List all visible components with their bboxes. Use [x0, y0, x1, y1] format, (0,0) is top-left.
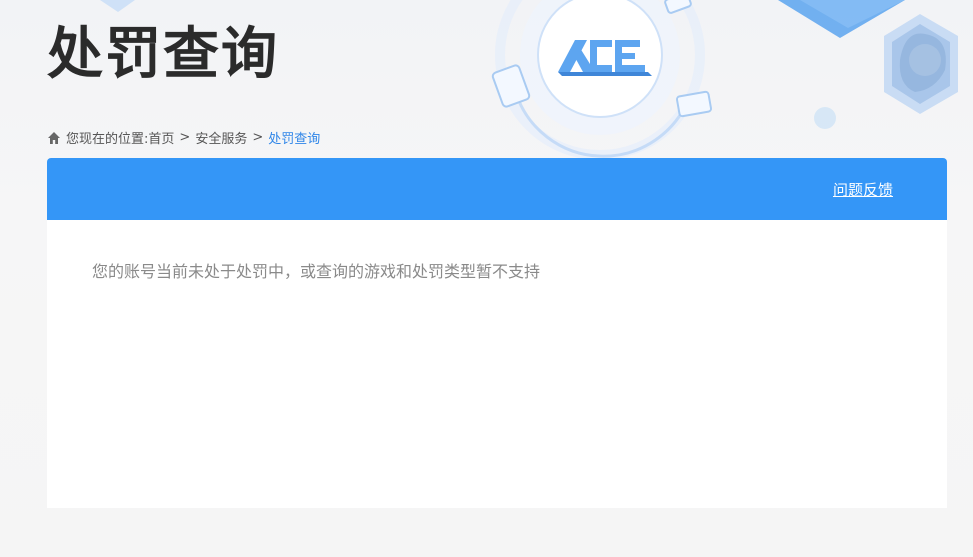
feedback-link[interactable]: 问题反馈	[833, 179, 893, 200]
game-device-icon	[491, 0, 713, 118]
page: 处罚查询 您现在的位置: 首页 > 安全服务 > 处罚查询 问题反馈 您的账号当…	[0, 0, 973, 557]
result-notice: 您的账号当前未处于处罚中，或查询的游戏和处罚类型暂不支持	[92, 262, 541, 281]
page-title: 处罚查询	[47, 22, 279, 87]
breadcrumb-home-link[interactable]: 首页	[148, 128, 174, 147]
home-icon	[48, 131, 60, 144]
breadcrumb-separator: >	[252, 130, 264, 145]
panel-body: 您的账号当前未处于处罚中，或查询的游戏和处罚类型暂不支持	[47, 220, 947, 320]
result-panel: 问题反馈 您的账号当前未处于处罚中，或查询的游戏和处罚类型暂不支持	[47, 158, 947, 508]
breadcrumb: 您现在的位置: 首页 > 安全服务 > 处罚查询	[47, 128, 320, 147]
breadcrumb-current: 处罚查询	[268, 132, 321, 147]
ace-logo	[558, 40, 652, 76]
breadcrumb-separator: >	[179, 130, 191, 145]
character-portrait	[884, 14, 958, 114]
panel-header: 问题反馈	[47, 158, 947, 220]
breadcrumb-prefix: 您现在的位置:	[66, 132, 149, 147]
breadcrumb-security-link[interactable]: 安全服务	[195, 128, 247, 147]
